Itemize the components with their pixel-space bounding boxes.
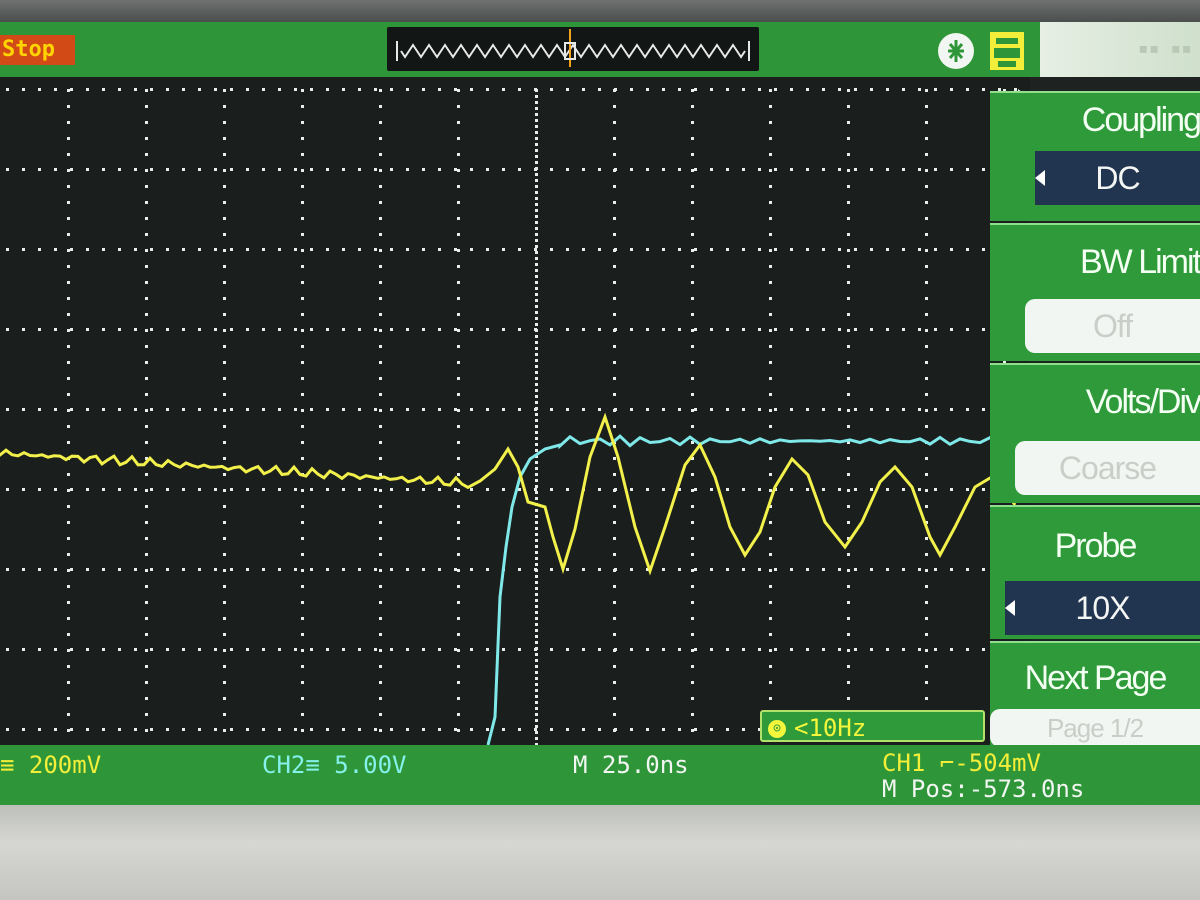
menu-volts-div[interactable]: Volts/Div Coarse	[990, 363, 1200, 503]
frequency-readout: ⊙ <10Hz	[760, 710, 985, 742]
menu-coupling-arrow-icon	[1035, 170, 1045, 186]
trigger-readout[interactable]: CH1 ⌐-504mV	[882, 749, 1041, 777]
menu-coupling-title: Coupling	[1081, 101, 1200, 139]
menu-next-page-value: Page 1/2	[990, 709, 1200, 747]
printer-icon	[990, 32, 1024, 70]
menu-volts-div-title: Volts/Div	[1085, 383, 1200, 421]
bezel-top	[0, 0, 1200, 22]
menu-probe-value: 10X	[1005, 581, 1200, 635]
menu-probe[interactable]: Probe 10X	[990, 505, 1200, 639]
channel-menu: Coupling DC BW Limit Off Volts/Div Coars…	[990, 77, 1200, 747]
ch2-scale[interactable]: CH2≡ 5.00V	[262, 751, 407, 779]
menu-probe-arrow-icon	[1005, 600, 1015, 616]
menu-bw-limit-title: BW Limit	[1080, 243, 1200, 281]
horizontal-position[interactable]: M Pos:-573.0ns	[882, 775, 1084, 803]
memory-waveform-icon	[396, 29, 750, 67]
bezel-bottom	[0, 805, 1200, 900]
usb-icon	[938, 33, 974, 69]
frequency-value: <10Hz	[794, 714, 867, 742]
menu-next-page-title: Next Page	[1024, 659, 1168, 697]
menu-bw-limit-value: Off	[1025, 299, 1200, 353]
menu-probe-title: Probe	[1054, 527, 1138, 565]
run-stop-badge[interactable]: Stop	[0, 35, 75, 65]
top-right-indicator: ▪▪ ▪▪	[1040, 22, 1200, 77]
oscilloscope-screen: Stop ▪▪ ▪▪ Coupling DC BW Limit Off Volt…	[0, 22, 1200, 805]
timebase-scale[interactable]: M 25.0ns	[573, 751, 689, 779]
bottom-status-bar: ≡ 200mV CH2≡ 5.00V M 25.0ns CH1 ⌐-504mV …	[0, 745, 1200, 805]
frequency-counter-icon: ⊙	[768, 720, 786, 738]
top-status-bar: Stop ▪▪ ▪▪	[0, 22, 1200, 77]
menu-next-page[interactable]: Next Page Page 1/2	[990, 641, 1200, 747]
timebase-overview[interactable]	[387, 27, 759, 71]
menu-volts-div-value: Coarse	[1015, 441, 1200, 495]
menu-bw-limit[interactable]: BW Limit Off	[990, 223, 1200, 361]
menu-coupling-value: DC	[1035, 151, 1200, 205]
menu-coupling[interactable]: Coupling DC	[990, 91, 1200, 221]
status-icons	[930, 28, 1030, 73]
ch2-trace	[486, 434, 1021, 746]
ch1-scale[interactable]: ≡ 200mV	[0, 751, 101, 779]
waveform-graticule	[0, 77, 1030, 746]
waveform-display	[0, 88, 1028, 746]
